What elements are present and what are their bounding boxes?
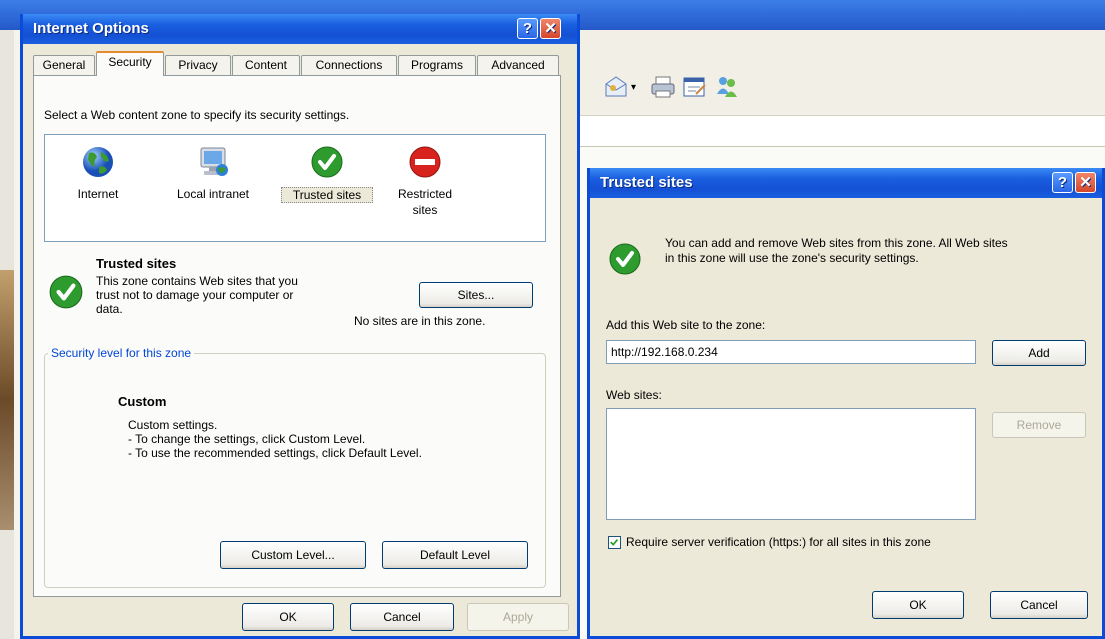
zone-local-intranet[interactable]: Local intranet bbox=[163, 145, 263, 225]
sites-button[interactable]: Sites... bbox=[419, 282, 533, 308]
tab-security[interactable]: Security bbox=[96, 51, 164, 76]
trusted-sites-titlebar[interactable]: Trusted sites ? ✕ bbox=[590, 168, 1102, 198]
default-level-button[interactable]: Default Level bbox=[382, 541, 528, 569]
checkmark-icon bbox=[610, 538, 619, 546]
dialog-title: Internet Options bbox=[33, 20, 149, 37]
zone-label-trusted-sites: Trusted sites bbox=[281, 187, 373, 203]
security-level-legend: Security level for this zone bbox=[48, 346, 195, 360]
monitor-globe-icon bbox=[200, 147, 228, 176]
require-https-label: Require server verification (https:) for… bbox=[626, 535, 931, 549]
help-button[interactable]: ? bbox=[517, 18, 538, 39]
add-button[interactable]: Add bbox=[992, 340, 1086, 366]
zone-label-internet: Internet bbox=[77, 187, 119, 201]
zone-internet[interactable]: Internet bbox=[63, 145, 133, 225]
security-level-line3: - To use the recommended settings, click… bbox=[128, 446, 422, 460]
edit-icon[interactable] bbox=[682, 74, 708, 100]
selected-zone-title: Trusted sites bbox=[96, 256, 177, 271]
tab-general[interactable]: General bbox=[33, 55, 95, 75]
green-check-icon bbox=[609, 243, 641, 275]
trusted-sites-dialog: Trusted sites ? ✕ You can add and remove… bbox=[587, 168, 1105, 639]
internet-options-titlebar[interactable]: Internet Options ? ✕ bbox=[23, 14, 577, 44]
tab-advanced[interactable]: Advanced bbox=[477, 55, 559, 75]
security-level-name: Custom bbox=[118, 394, 167, 409]
background-toolbar: ▾ bbox=[575, 30, 1105, 116]
trusted-sites-info-line2: in this zone will use the zone's securit… bbox=[665, 251, 919, 265]
security-tab-panel: Select a Web content zone to specify its… bbox=[33, 75, 561, 597]
internet-options-dialog: Internet Options ? ✕ General Security Pr… bbox=[20, 14, 580, 639]
zone-label-restricted-line2: sites bbox=[412, 203, 438, 217]
background-left-edge bbox=[0, 30, 14, 639]
no-sites-message: No sites are in this zone. bbox=[354, 314, 486, 328]
zone-description-line3: data. bbox=[96, 302, 123, 316]
zone-list[interactable]: Internet Local intranet Trusted sites Re… bbox=[44, 134, 546, 242]
background-address-bar bbox=[575, 116, 1105, 147]
messenger-icon[interactable] bbox=[714, 74, 740, 100]
trusted-sites-close-button[interactable]: ✕ bbox=[1075, 172, 1096, 193]
websites-list[interactable] bbox=[606, 408, 976, 520]
custom-level-button[interactable]: Custom Level... bbox=[220, 541, 366, 569]
require-https-checkbox[interactable] bbox=[608, 536, 621, 549]
add-site-label: Add this Web site to the zone: bbox=[606, 318, 766, 332]
zone-label-restricted-line1: Restricted bbox=[397, 187, 453, 201]
trusted-sites-zone-icon bbox=[49, 275, 83, 309]
zone-trusted-sites[interactable]: Trusted sites bbox=[277, 145, 377, 225]
tab-content[interactable]: Content bbox=[232, 55, 300, 75]
trusted-sites-info-line1: You can add and remove Web sites from th… bbox=[665, 236, 1008, 250]
zone-description-line2: trust not to damage your computer or bbox=[96, 288, 294, 302]
tab-privacy[interactable]: Privacy bbox=[165, 55, 231, 75]
red-no-entry-icon bbox=[409, 146, 441, 178]
tab-programs[interactable]: Programs bbox=[398, 55, 476, 75]
security-level-line2: - To change the settings, click Custom L… bbox=[128, 432, 366, 446]
mail-dropdown-arrow-icon[interactable]: ▾ bbox=[631, 82, 636, 93]
zone-prompt: Select a Web content zone to specify its… bbox=[44, 108, 350, 122]
trusted-sites-help-button[interactable]: ? bbox=[1052, 172, 1073, 193]
security-level-line1: Custom settings. bbox=[128, 418, 218, 432]
background-image-fragment bbox=[0, 270, 14, 530]
globe-icon bbox=[83, 147, 113, 177]
zone-description-line1: This zone contains Web sites that you bbox=[96, 274, 298, 288]
ok-button[interactable]: OK bbox=[242, 603, 334, 631]
cancel-button[interactable]: Cancel bbox=[350, 603, 454, 631]
zone-restricted-sites[interactable]: Restricted sites bbox=[385, 145, 465, 235]
websites-label: Web sites: bbox=[606, 388, 662, 402]
add-site-input[interactable] bbox=[606, 340, 976, 364]
remove-button: Remove bbox=[992, 412, 1086, 438]
trusted-sites-title: Trusted sites bbox=[600, 174, 693, 191]
mail-icon[interactable] bbox=[603, 74, 629, 100]
green-check-icon bbox=[311, 146, 343, 178]
apply-button: Apply bbox=[467, 603, 569, 631]
close-button[interactable]: ✕ bbox=[540, 18, 561, 39]
tab-connections[interactable]: Connections bbox=[301, 55, 397, 75]
trusted-sites-ok-button[interactable]: OK bbox=[872, 591, 964, 619]
trusted-sites-cancel-button[interactable]: Cancel bbox=[990, 591, 1088, 619]
zone-label-local-intranet: Local intranet bbox=[176, 187, 250, 201]
print-icon[interactable] bbox=[650, 74, 676, 100]
